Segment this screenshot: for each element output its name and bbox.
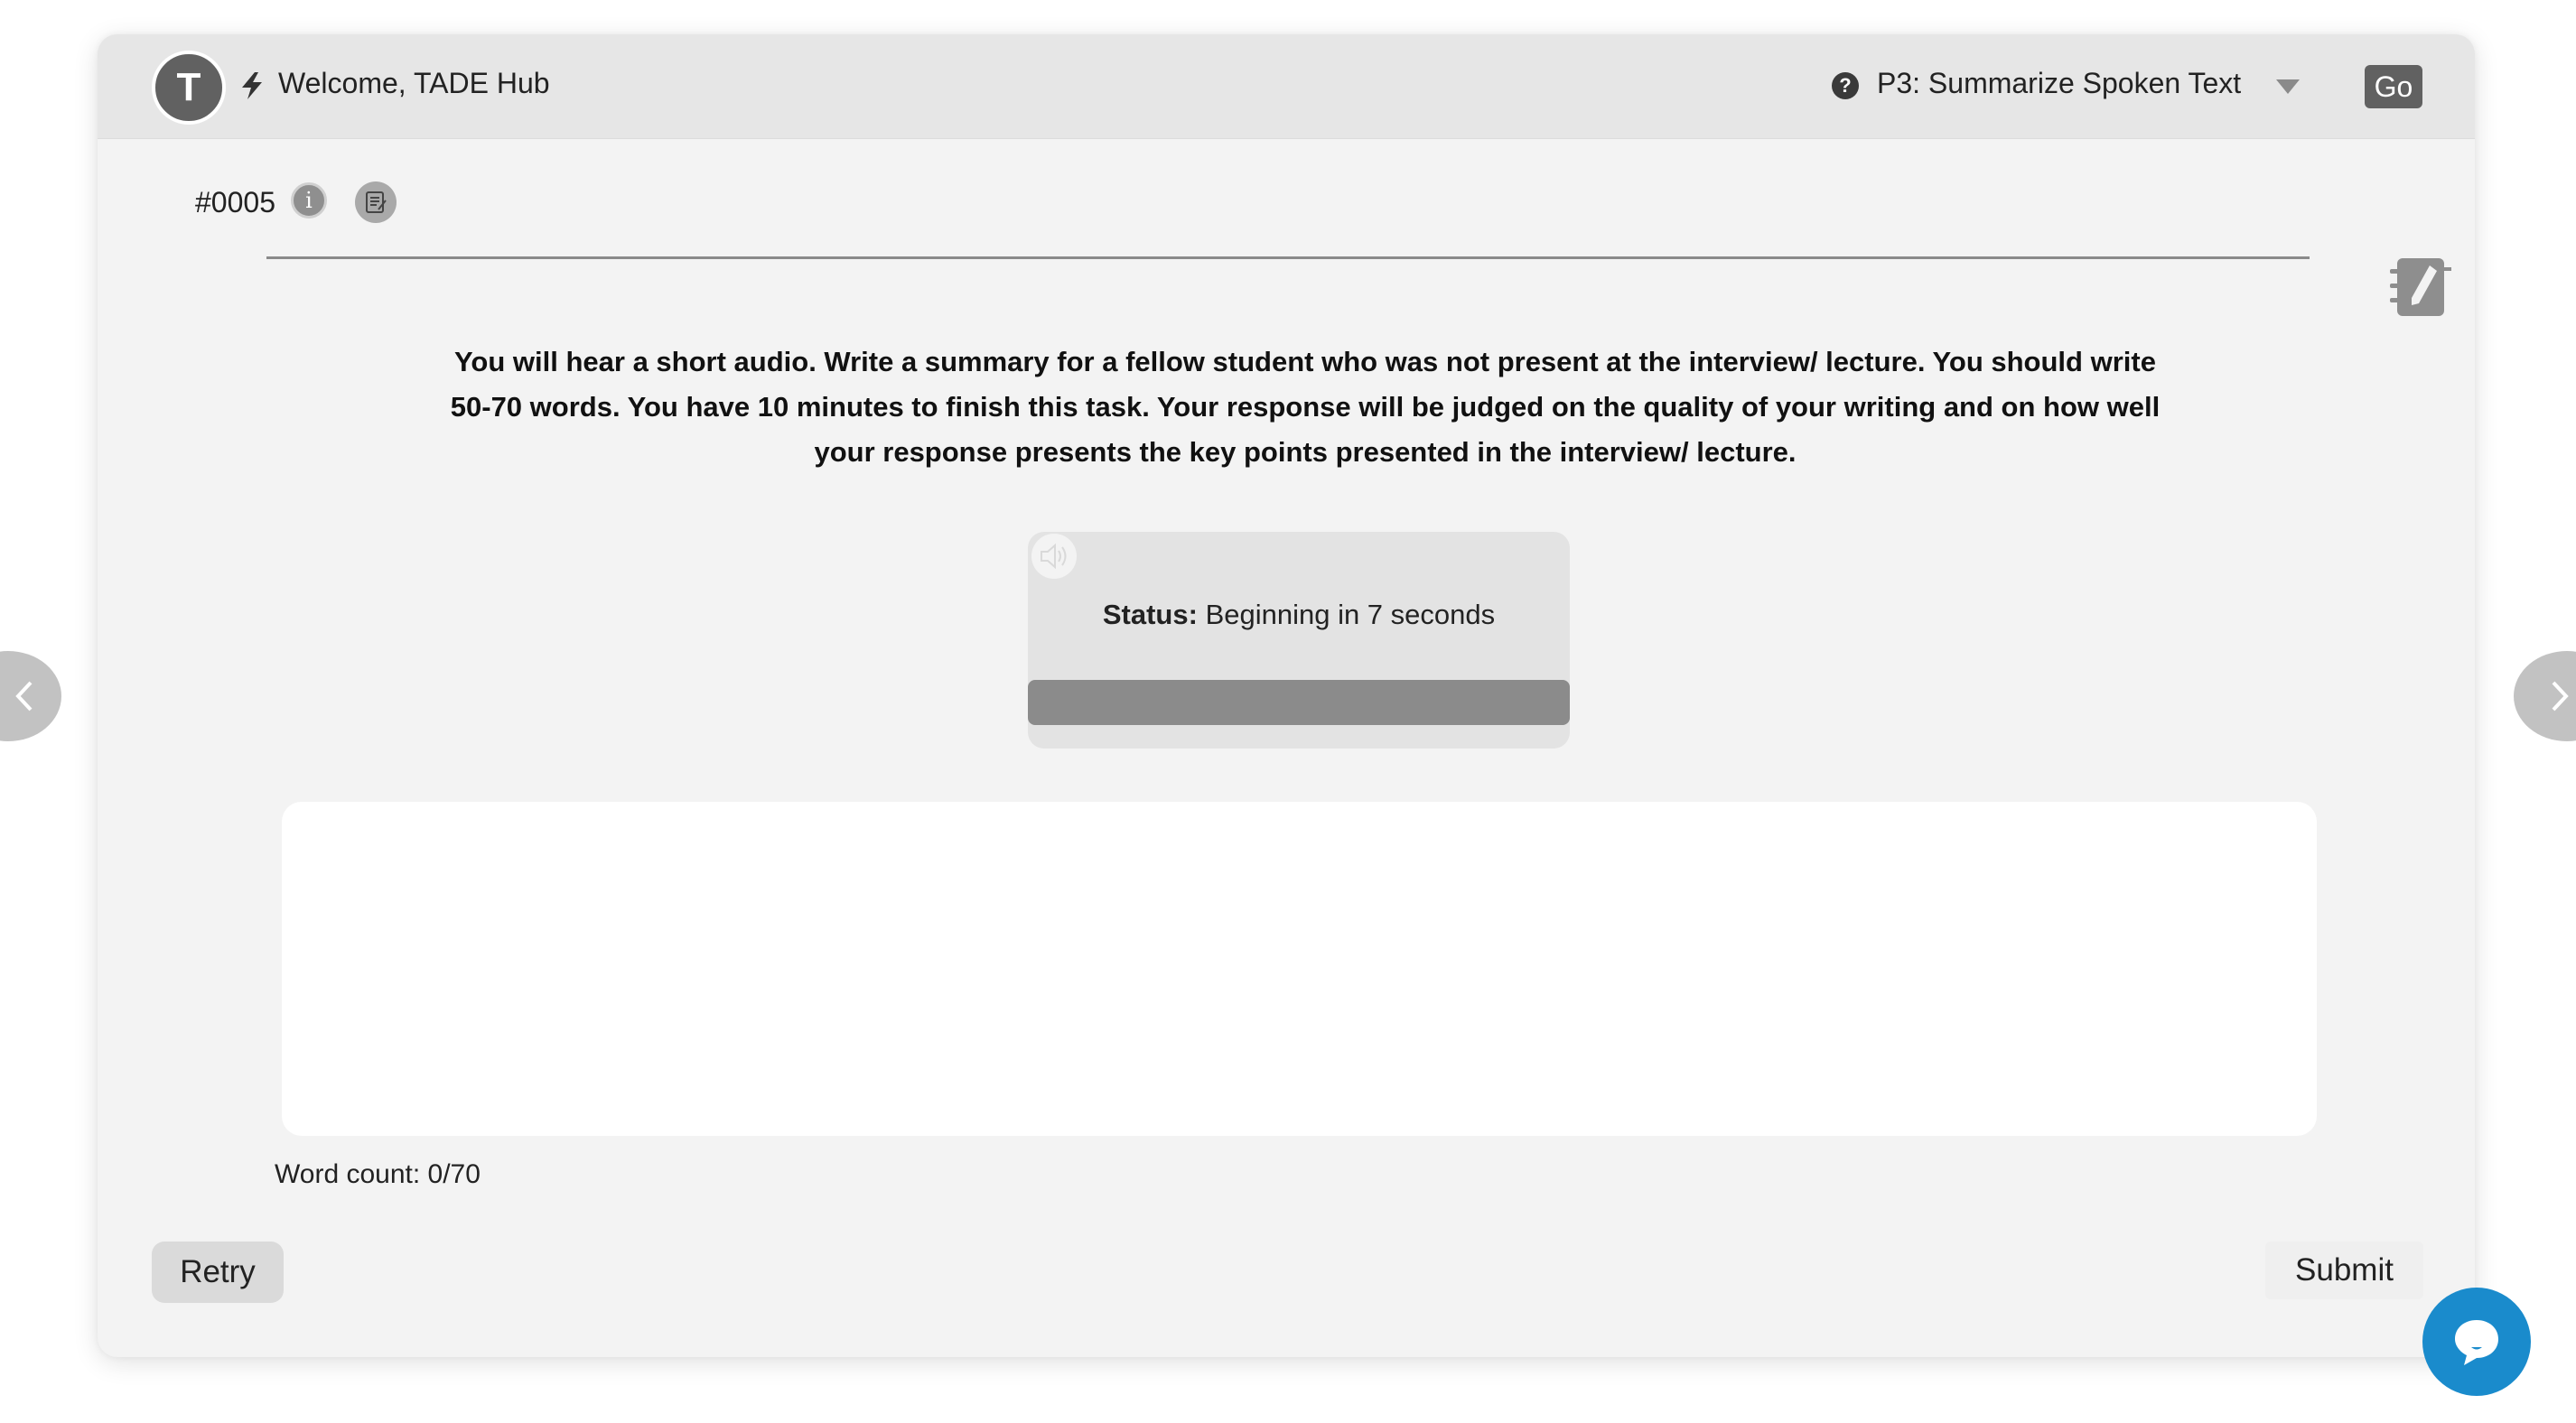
summary-answer-input[interactable] bbox=[282, 802, 2317, 1136]
question-circle-icon[interactable]: ? bbox=[1832, 72, 1859, 99]
welcome-text: Welcome, TADE Hub bbox=[278, 67, 550, 99]
status-label: Status: bbox=[1102, 599, 1198, 630]
script-glyph bbox=[366, 191, 387, 213]
lightning-bolt-icon bbox=[242, 72, 262, 99]
info-circle-icon[interactable]: i bbox=[291, 182, 327, 219]
task-instructions: You will hear a short audio. Write a sum… bbox=[450, 346, 2161, 468]
question-card: T Welcome, TADE Hub ? P3: Summarize Spok… bbox=[98, 34, 2475, 1357]
avatar-letter: T bbox=[176, 65, 201, 109]
question-id: #0005 bbox=[195, 186, 275, 219]
submit-button[interactable]: Submit bbox=[2265, 1242, 2423, 1299]
script-scroll-icon[interactable] bbox=[355, 181, 397, 223]
avatar[interactable]: T bbox=[152, 51, 226, 125]
audio-status: Status: Beginning in 7 seconds bbox=[1028, 599, 1570, 631]
word-count: Word count: 0/70 bbox=[275, 1159, 481, 1189]
chevron-left-icon bbox=[15, 681, 33, 712]
notebook-pencil-icon[interactable] bbox=[2385, 251, 2457, 323]
top-bar: T Welcome, TADE Hub ? P3: Summarize Spok… bbox=[98, 34, 2475, 139]
chevron-right-icon bbox=[2552, 681, 2569, 712]
task-type-select[interactable]: P3: Summarize Spoken Text bbox=[1877, 67, 2241, 100]
chat-support-button[interactable] bbox=[2422, 1288, 2531, 1396]
previous-question-button[interactable] bbox=[0, 651, 61, 741]
speaker-volume-icon[interactable] bbox=[1031, 534, 1077, 579]
audio-progress-bar bbox=[1028, 680, 1570, 725]
retry-button[interactable]: Retry bbox=[152, 1242, 284, 1303]
go-button[interactable]: Go bbox=[2365, 65, 2422, 108]
triangle-down-icon[interactable] bbox=[2276, 79, 2300, 94]
chat-bubble-icon bbox=[2455, 1320, 2498, 1365]
status-value: Beginning in 7 seconds bbox=[1205, 599, 1496, 630]
audio-player: Status: Beginning in 7 seconds bbox=[1028, 532, 1570, 749]
next-question-button[interactable] bbox=[2514, 651, 2576, 741]
header-divider bbox=[266, 256, 2310, 259]
